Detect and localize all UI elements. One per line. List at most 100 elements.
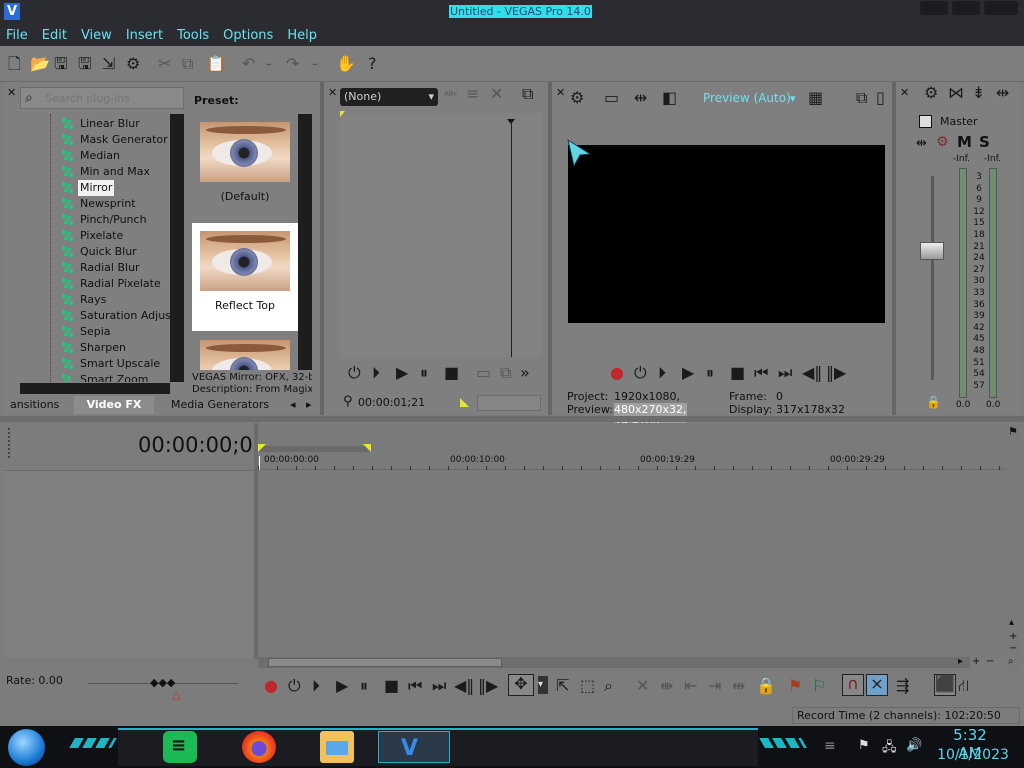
plugin-item[interactable]: Mask Generator (80, 132, 168, 148)
plugin-tree[interactable]: Linear Blur Mask Generator Median Min and M… (20, 114, 170, 382)
ignore-grouping-icon[interactable]: ⛙ (958, 677, 969, 695)
zoom-tool-icon[interactable]: ⌕ (604, 677, 613, 695)
go-to-start-icon[interactable]: ⏮ (754, 364, 768, 382)
record-icon[interactable]: ● (610, 364, 624, 382)
next-frame-icon[interactable]: ‖▶ (478, 677, 498, 695)
tab-video-fx[interactable]: Video FX (74, 396, 154, 414)
loop-start-marker-icon[interactable] (258, 444, 266, 452)
close-panel-icon[interactable]: ✕ (556, 86, 565, 99)
envelope-tool-icon[interactable]: ⇱ (556, 677, 569, 695)
solo-button[interactable]: S (979, 133, 990, 151)
abc-icon[interactable]: ᴬᴮᶜ (444, 87, 458, 105)
save-icon[interactable]: 🖫 (54, 55, 68, 73)
undo-history-icon[interactable]: ‑ (266, 55, 272, 73)
trimmer-source-select[interactable]: (None) ▾ (340, 88, 438, 106)
mute-button[interactable]: M (957, 133, 972, 151)
action-center-flag-icon[interactable]: ⚑ (858, 738, 870, 753)
zoom-out-vertical-icon[interactable]: − (1009, 643, 1017, 654)
zoom-in-horizontal-icon[interactable]: + (972, 656, 980, 667)
redo-history-icon[interactable]: ‑ (312, 55, 318, 73)
plugin-item[interactable]: Min and Max (80, 164, 150, 180)
pan-icon[interactable]: ⇹ (916, 136, 927, 151)
plugin-item[interactable]: Mirror (78, 180, 115, 196)
trim-end-icon[interactable]: ⇥ (708, 677, 721, 695)
tab-transitions[interactable]: ansitions (10, 396, 59, 414)
split-icon[interactable]: ⇹ (732, 677, 745, 695)
lock-icon[interactable]: 🔒 (926, 395, 941, 409)
copy-icon[interactable]: ⧉ (182, 55, 193, 73)
video-fx-icon[interactable]: ◧ (662, 89, 677, 107)
vegas-taskbar-app-icon[interactable]: V (378, 731, 450, 763)
preset-reflect-top[interactable]: Reflect Top (192, 223, 298, 331)
menu-insert[interactable]: Insert (126, 28, 163, 43)
play-from-start-icon[interactable]: ⏵ (372, 364, 380, 382)
normal-edit-tool-icon[interactable]: ✥ (508, 674, 534, 696)
preset-third[interactable] (192, 332, 298, 370)
plugin-item[interactable]: Smart Upscale (80, 356, 160, 372)
pause-icon[interactable]: ⏸ (706, 364, 714, 382)
pause-icon[interactable]: ⏸ (360, 677, 368, 695)
menu-help[interactable]: Help (287, 28, 317, 43)
selection-tool-icon[interactable]: ⬚ (580, 677, 595, 695)
overwrite-icon[interactable]: ⧉ (500, 364, 511, 382)
plugin-item[interactable]: Linear Blur (80, 116, 140, 132)
scroll-right-icon[interactable]: ▸ (958, 656, 963, 667)
selection-length-field[interactable] (477, 395, 541, 411)
trim-start-icon[interactable]: ⇤ (684, 677, 697, 695)
menu-file[interactable]: File (6, 28, 28, 43)
mixer-properties-gear-icon[interactable]: ⚙ (924, 84, 938, 102)
open-folder-icon[interactable]: 📂 (30, 55, 50, 73)
zoom-tool-icon[interactable]: ⌕ (1008, 656, 1014, 667)
clock-date[interactable]: 10/1/2023 (934, 747, 1012, 763)
plugin-item[interactable]: Smart Zoom (80, 372, 148, 382)
go-to-end-icon[interactable]: ⏭ (778, 364, 792, 382)
go-to-start-icon[interactable]: ⏮ (408, 677, 422, 695)
insert-marker-icon[interactable]: ⚑ (788, 677, 802, 695)
plugin-item[interactable]: Radial Pixelate (80, 276, 161, 292)
marker-flag-icon[interactable]: ⚑ (1008, 425, 1018, 438)
trimmer-options-icon[interactable]: ⧉ (522, 85, 533, 103)
save-snapshot-icon[interactable]: ▯ (876, 89, 885, 107)
tree-hscrollbar[interactable] (20, 383, 170, 394)
stop-icon[interactable]: ■ (730, 364, 745, 382)
zoom-out-horizontal-icon[interactable]: − (986, 656, 994, 667)
loop-icon[interactable]: ⏻ (634, 364, 647, 382)
file-explorer-app-icon[interactable] (320, 731, 354, 763)
menu-options[interactable]: Options (223, 28, 273, 43)
stop-icon[interactable]: ■ (444, 364, 459, 382)
stop-icon[interactable]: ■ (384, 677, 399, 695)
menu-view[interactable]: View (81, 28, 112, 43)
network-icon[interactable]: 🖧 (882, 738, 897, 760)
spotify-app-icon[interactable]: ≡ (163, 731, 197, 763)
close-panel-icon[interactable]: ✕ (900, 86, 909, 99)
properties-gear-icon[interactable]: ⚙ (126, 55, 140, 73)
splitter-bar[interactable] (0, 416, 1024, 422)
volume-icon[interactable]: 🔊 (906, 738, 922, 753)
split-screen-icon[interactable]: ⇹ (634, 89, 647, 107)
loop-icon[interactable]: ⏻ (348, 364, 361, 382)
delete-icon[interactable]: ✕ (636, 677, 649, 695)
preset-default[interactable]: (Default) (192, 114, 298, 222)
plugin-item[interactable]: Rays (80, 292, 106, 308)
timeline-hscrollbar[interactable] (258, 657, 970, 668)
minimize-button[interactable] (920, 1, 948, 15)
next-frame-icon[interactable]: ‖▶ (826, 364, 846, 382)
previous-frame-icon[interactable]: ◀‖ (802, 364, 822, 382)
enable-snapping-icon[interactable]: ✋ (336, 55, 356, 73)
cut-icon[interactable]: ✂ (158, 55, 171, 73)
copy-snapshot-icon[interactable]: ⧉ (856, 89, 867, 107)
zoom-in-vertical-icon[interactable]: + (1009, 631, 1017, 642)
insert-region-icon[interactable]: ⚐ (812, 677, 826, 695)
plugin-item[interactable]: Quick Blur (80, 244, 137, 260)
vegas-app-icon[interactable]: V (4, 3, 20, 20)
help-icon[interactable]: ? (368, 55, 377, 73)
plugin-item[interactable]: Pinch/Punch (80, 212, 147, 228)
play-icon[interactable]: ▶ (396, 364, 408, 382)
mixer-options-icon[interactable]: ⇹ (996, 84, 1009, 102)
paste-icon[interactable]: 📋 (206, 55, 226, 73)
close-button[interactable] (984, 1, 1018, 15)
fx-gear-icon[interactable]: ⚙ (936, 134, 949, 150)
delete-icon[interactable]: ✕ (490, 85, 503, 103)
master-fader[interactable] (920, 242, 944, 260)
plugin-item[interactable]: Pixelate (80, 228, 123, 244)
